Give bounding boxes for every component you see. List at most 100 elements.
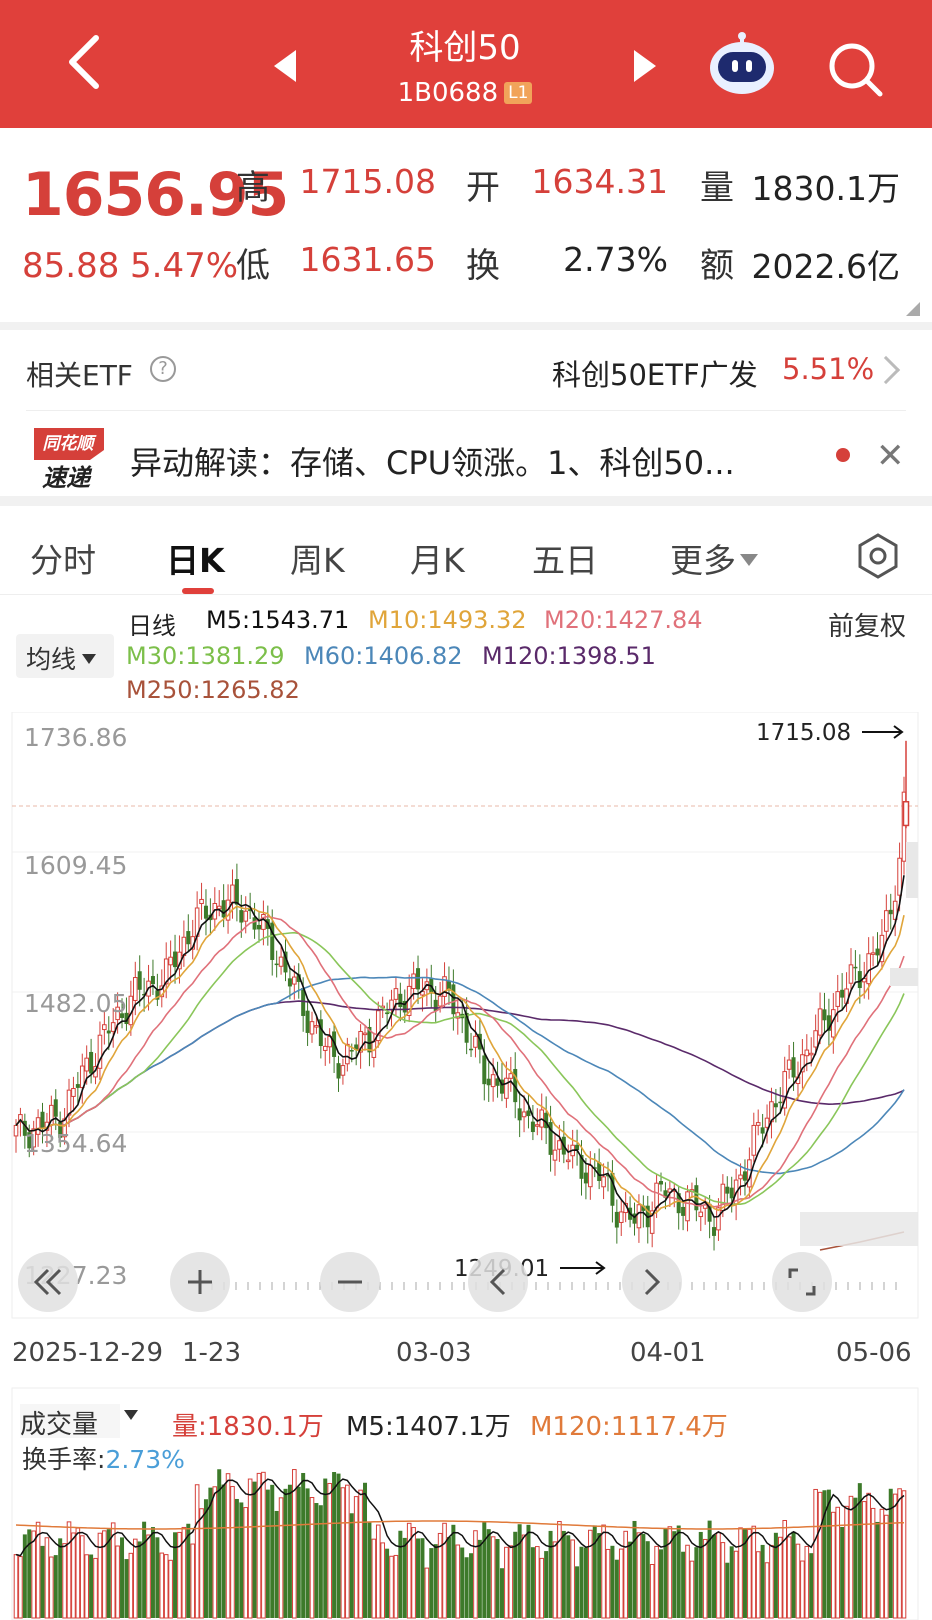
candle-body [398, 993, 403, 1008]
volume-bar [764, 1562, 770, 1619]
candle-body [292, 976, 297, 985]
volume-bar [363, 1482, 368, 1618]
volume-bar [314, 1503, 319, 1618]
volume-selector[interactable]: 成交量 [20, 1404, 120, 1440]
candle-body [40, 1111, 45, 1128]
y-tick-label: 1609.45 [24, 851, 127, 880]
candle-body [287, 978, 292, 987]
volume-bar [795, 1543, 801, 1619]
volume-bar [892, 1493, 898, 1619]
adjust-mode[interactable]: 前复权 [828, 606, 906, 643]
back-icon[interactable] [60, 32, 108, 92]
volume-bar [296, 1486, 301, 1618]
max-annotation: 1715.08 [756, 720, 851, 746]
zoom-in-button[interactable] [170, 1252, 230, 1312]
volume-bar [861, 1501, 867, 1619]
volume-bar [751, 1525, 757, 1619]
fullscreen-icon [788, 1268, 816, 1296]
volume-bar [641, 1533, 646, 1618]
zoom-out-button[interactable] [320, 1252, 380, 1312]
candle-body [773, 1103, 778, 1108]
candle-body [186, 931, 191, 945]
prev-stock-icon[interactable] [274, 50, 296, 82]
volume-bar [89, 1554, 94, 1618]
candle-body [53, 1099, 58, 1117]
candle-body [742, 1171, 747, 1181]
expand-corner-icon[interactable] [906, 302, 920, 316]
volume-bar [53, 1555, 58, 1618]
news-headline[interactable]: 异动解读：存储、CPU领涨。1、科创50... [130, 438, 810, 484]
scroll-left-fast-button[interactable] [18, 1252, 78, 1312]
volume-bar [265, 1489, 270, 1618]
robot-assistant-icon[interactable] [708, 30, 776, 96]
volume-bar [446, 1537, 451, 1618]
moving-average-lines [15, 875, 905, 1251]
volume-bar [389, 1555, 394, 1619]
volume-bar [371, 1538, 377, 1619]
volume-bar [649, 1564, 655, 1619]
tab-more[interactable]: 更多 [670, 534, 758, 582]
tab-weekly-k[interactable]: 周K [290, 534, 345, 582]
candle-body [597, 1162, 602, 1182]
x-axis-label: 05-06 [836, 1338, 912, 1368]
volume-bar [464, 1557, 469, 1618]
ma5-line [15, 875, 905, 1219]
volume-bar [663, 1528, 668, 1618]
volume-bar [645, 1541, 650, 1618]
settings-hexagon-icon[interactable] [854, 532, 902, 580]
volume-bar [628, 1541, 633, 1618]
candle-body [482, 1055, 487, 1085]
volume-bar [287, 1484, 292, 1618]
volume-bar [769, 1544, 774, 1619]
volume-bar [58, 1538, 63, 1618]
volume-bar [225, 1473, 231, 1619]
top-bar: 科创50 1B0688 L1 [0, 0, 932, 128]
volume-bar [755, 1551, 761, 1619]
candle-body [778, 1101, 783, 1104]
volume-bar [327, 1482, 332, 1619]
volume-bar [230, 1486, 235, 1619]
volume-selector-label: 成交量 [20, 1410, 99, 1440]
volume-bar [18, 1556, 23, 1619]
volume-bar [163, 1554, 169, 1619]
volume-bar [901, 1490, 907, 1619]
tab-monthly-k[interactable]: 月K [410, 534, 465, 582]
help-icon[interactable]: ? [150, 356, 176, 382]
ma-selector-button[interactable]: 均线 [16, 634, 114, 678]
volume-bar [150, 1527, 155, 1618]
stock-code: 1B0688 L1 [340, 78, 590, 108]
candle-body [437, 995, 443, 1007]
volume-bar [132, 1538, 138, 1619]
next-stock-icon[interactable] [634, 50, 656, 82]
fullscreen-button[interactable] [772, 1252, 832, 1312]
turnover-rate: 换手率:2.73% [22, 1440, 185, 1476]
candle-body [817, 1008, 823, 1036]
scroll-left-button[interactable] [468, 1252, 528, 1312]
tab-daily-k[interactable]: 日K [166, 534, 225, 582]
volume-bar [199, 1508, 204, 1619]
ma-m20: M20:1427.84 [544, 606, 703, 634]
candle-body [897, 857, 902, 896]
volume-bar [760, 1544, 765, 1618]
scroll-right-button[interactable] [622, 1252, 682, 1312]
volume-bar [517, 1524, 522, 1618]
volume-bar [375, 1524, 381, 1619]
candle-body [389, 999, 394, 1011]
volume-bar [809, 1553, 814, 1618]
candle-body [451, 984, 456, 1015]
candle-body [808, 1052, 814, 1056]
close-icon[interactable]: ✕ [876, 436, 905, 476]
candle-body [221, 900, 226, 918]
etf-name: 科创50ETF广发 [552, 358, 758, 392]
candle-body [884, 910, 889, 932]
tab-intraday[interactable]: 分时 [30, 534, 96, 582]
candle-body [751, 1124, 757, 1156]
candlestick-chart[interactable]: 1736.86 1609.45 1482.05 1354.64 1227.23 … [0, 712, 932, 1332]
candle-body [416, 968, 421, 990]
search-icon[interactable] [826, 40, 886, 100]
volume-bar [243, 1507, 249, 1619]
divider [26, 410, 906, 411]
volume-bar [66, 1521, 72, 1619]
tab-five-day[interactable]: 五日 [532, 534, 598, 582]
volume-bar [583, 1547, 588, 1618]
